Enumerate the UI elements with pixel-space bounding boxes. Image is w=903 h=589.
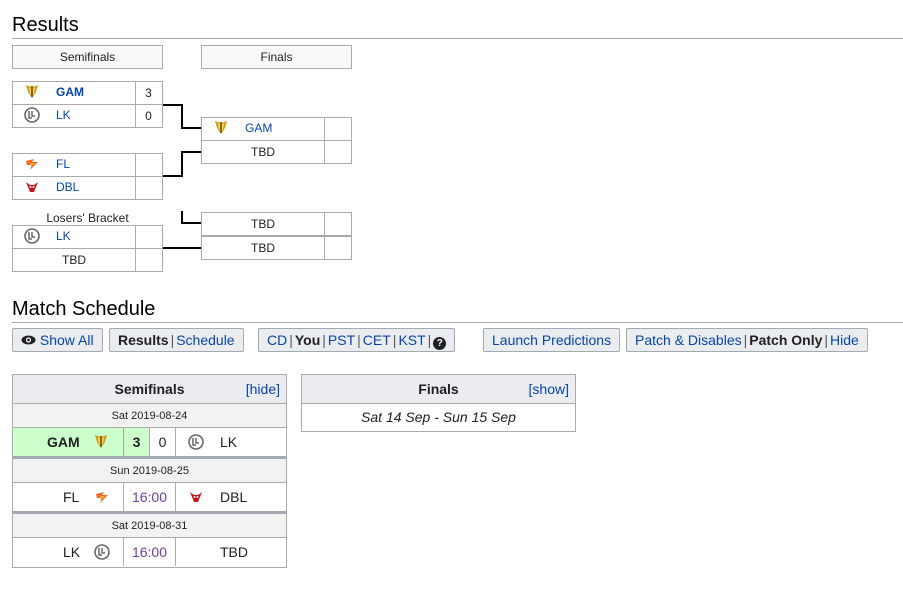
team-tbd: TBD (251, 217, 275, 231)
tz-cet[interactable]: CET (363, 332, 391, 348)
tz-kst[interactable]: KST (398, 332, 425, 348)
results-heading-rule (12, 38, 903, 39)
bracket-connector (181, 104, 183, 129)
match-time: 16:00 (124, 538, 176, 566)
timezone-selector: CD | You | PST | CET | KST |? (258, 328, 456, 352)
match-date: Sat 2019-08-31 (13, 514, 286, 538)
team2-name[interactable]: DBL (220, 483, 247, 511)
lk-logo-icon (188, 434, 204, 450)
show-all-label: Show All (39, 332, 94, 348)
bracket-slot-losers-top: LK (12, 225, 163, 249)
bracket-slot-semi1-bottom: LK 0 (12, 104, 163, 128)
bracket-slot-semi1-top: GAM 3 (12, 81, 163, 105)
patch-display-toggle: Patch & Disables | Patch Only | Hide (626, 328, 868, 352)
tz-you[interactable]: You (295, 332, 320, 348)
team-link-dbl[interactable]: DBL (56, 177, 79, 197)
team2-name[interactable]: LK (220, 428, 237, 456)
score (324, 118, 351, 140)
match-row: GAM 3 0 LK (13, 428, 286, 456)
score (135, 226, 162, 248)
score (135, 154, 162, 176)
match-date: Sat 2019-08-24 (13, 404, 286, 428)
dbl-logo-icon (26, 182, 38, 192)
finals-show-toggle[interactable]: [show] (529, 375, 569, 404)
bracket-connector (181, 151, 183, 177)
match-schedule-heading: Match Schedule (12, 298, 156, 320)
results-heading: Results (12, 14, 79, 36)
finals-dates: Sat 14 Sep - Sun 15 Sep (361, 409, 516, 425)
score (135, 177, 162, 199)
team-tbd: TBD (251, 241, 275, 255)
bracket-connector (163, 247, 201, 249)
bracket-slot-final2-top: TBD (201, 212, 352, 236)
match-row: FL 16:00 DBL (13, 483, 286, 511)
show-all-button[interactable]: Show All (12, 328, 103, 352)
bracket-slot-semi2-bottom: DBL (12, 176, 163, 200)
team-link-gam[interactable]: GAM (245, 118, 272, 138)
bracket-slot-final1-bottom: TBD (201, 140, 352, 164)
team-tbd: TBD (251, 145, 275, 159)
match-date: Sun 2019-08-25 (13, 459, 286, 483)
results-toggle[interactable]: Results (118, 332, 169, 348)
patch-only-option[interactable]: Patch Only (749, 332, 822, 348)
tz-cd[interactable]: CD (267, 332, 287, 348)
score (324, 213, 351, 235)
score: 3 (145, 86, 152, 100)
help-icon[interactable]: ? (433, 337, 447, 350)
team1-name[interactable]: FL (63, 483, 79, 511)
lk-logo-icon (24, 107, 40, 123)
eye-icon (21, 335, 36, 345)
score2: 0 (150, 428, 176, 456)
team-link-fl[interactable]: FL (56, 154, 70, 174)
score: 0 (145, 109, 152, 123)
bracket-connector (181, 151, 201, 153)
bracket-connector (181, 127, 201, 129)
score (324, 237, 351, 259)
team-link-lk[interactable]: LK (56, 105, 71, 125)
team1-name[interactable]: LK (63, 538, 80, 566)
gam-logo-icon (215, 121, 227, 134)
match-row: LK 16:00 TBD (13, 538, 286, 566)
bracket-slot-final1-top: GAM (201, 117, 352, 141)
lk-logo-icon (24, 228, 40, 244)
lk-logo-icon (94, 544, 110, 560)
bracket-connector (163, 104, 182, 106)
score (135, 249, 162, 271)
gam-logo-icon (95, 435, 107, 448)
bracket-slot-final2-bottom: TBD (201, 236, 352, 260)
bracket-slot-losers-bottom: TBD (12, 248, 163, 272)
score1: 3 (124, 428, 150, 456)
team2-name: TBD (220, 544, 248, 560)
team-link-gam[interactable]: GAM (56, 82, 84, 102)
hide-option[interactable]: Hide (830, 332, 859, 348)
bracket-connector (181, 222, 201, 224)
patch-disables-option[interactable]: Patch & Disables (635, 332, 742, 348)
dbl-logo-icon (190, 492, 202, 502)
results-schedule-toggle: Results | Schedule (109, 328, 244, 352)
fl-logo-icon (26, 159, 38, 170)
match-time: 16:00 (124, 483, 176, 511)
score (324, 141, 351, 163)
team-tbd: TBD (62, 253, 86, 267)
losers-bracket-caption: Losers' Bracket (46, 211, 129, 225)
team1-name[interactable]: GAM (47, 428, 80, 456)
semifinals-panel-header: Semifinals [hide] (13, 375, 286, 404)
bracket-slot-semi2-top: FL (12, 153, 163, 177)
team-link-lk[interactable]: LK (56, 226, 71, 246)
launch-predictions-label: Launch Predictions (492, 332, 612, 348)
bracket-connector (163, 175, 182, 177)
fl-logo-icon (96, 492, 108, 503)
semifinals-hide-toggle[interactable]: [hide] (246, 375, 280, 404)
match-schedule-heading-rule (12, 322, 903, 323)
finals-schedule-panel: Finals [show] Sat 14 Sep - Sun 15 Sep (301, 374, 576, 432)
gam-logo-icon (26, 85, 38, 98)
semifinals-schedule-panel: Semifinals [hide] Sat 2019-08-24 GAM 3 0… (12, 374, 287, 568)
round-header-semifinals: Semifinals (12, 45, 163, 69)
round-header-finals: Finals (201, 45, 352, 69)
tz-pst[interactable]: PST (328, 332, 355, 348)
launch-predictions-button[interactable]: Launch Predictions (483, 328, 621, 352)
schedule-toggle[interactable]: Schedule (176, 332, 234, 348)
finals-panel-header: Finals [show] (302, 375, 575, 404)
